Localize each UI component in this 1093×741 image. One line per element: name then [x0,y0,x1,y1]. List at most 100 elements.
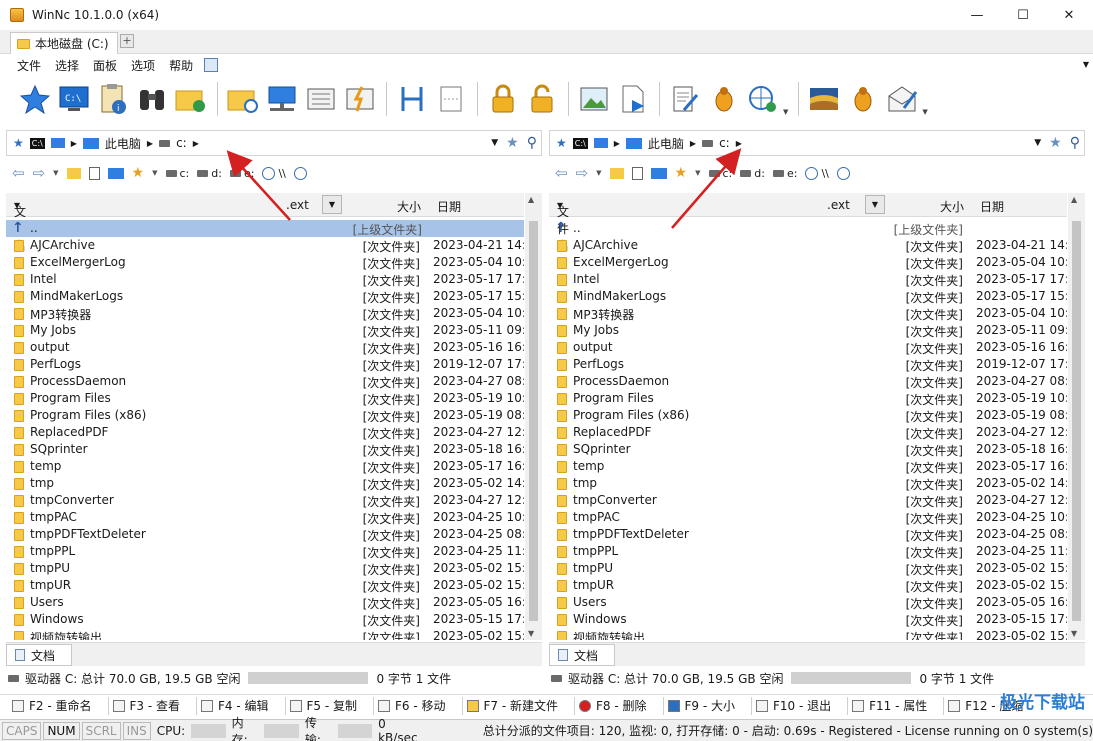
parent-folder-row[interactable]: ↑.. [上级文件夹] [549,220,1067,237]
search-icon[interactable]: ⚲ [1070,135,1080,151]
breadcrumb-drive[interactable]: c: [176,136,187,150]
drive-tab-c[interactable]: 本地磁盘 (C:) [10,32,118,54]
archive-pack-icon[interactable] [302,80,340,118]
favorites-dropdown-icon[interactable]: ▼ [152,169,157,177]
command-prompt-icon[interactable]: C:\ [55,80,93,118]
web-sync-icon[interactable] [744,80,782,118]
file-row[interactable]: tmpPU [次文件夹] 2023-05-02 15:15 [6,560,524,577]
file-row[interactable]: tmpPU [次文件夹] 2023-05-02 15:15 [549,560,1067,577]
path-history-dropdown-icon[interactable]: ▼ [491,138,498,148]
network-folder-icon[interactable] [224,80,262,118]
drive-button-e[interactable]: e: [772,167,797,180]
file-row[interactable]: output [次文件夹] 2023-05-16 16:27 [549,339,1067,356]
f7-new-file-button[interactable]: F7 - 新建文件 [463,696,575,715]
help-about-icon[interactable] [204,58,219,72]
path-history-dropdown-icon[interactable]: ▼ [1034,138,1041,148]
file-row[interactable]: Program Files (x86) [次文件夹] 2023-05-19 08:5… [6,407,524,424]
column-size[interactable]: 大小 [940,198,964,215]
file-row[interactable]: Intel [次文件夹] 2023-05-17 17:48 [549,271,1067,288]
file-row[interactable]: PerfLogs [次文件夹] 2019-12-07 17:14 [6,356,524,373]
bookmark-star-icon[interactable]: ★ [506,135,519,151]
menubar-overflow-icon[interactable]: ▼ [1083,60,1089,69]
f4-edit-button[interactable]: F4 - 编辑 [197,696,286,715]
file-row[interactable]: Program Files [次文件夹] 2023-05-19 10:53 [6,390,524,407]
breadcrumb-separator-icon[interactable]: ▶ [147,139,153,148]
file-row[interactable]: My Jobs [次文件夹] 2023-05-11 09:30 [549,322,1067,339]
file-row[interactable]: MP3转换器 [次文件夹] 2023-05-04 10:26 [549,305,1067,322]
single-panel-icon[interactable] [432,80,470,118]
parent-folder-row[interactable]: ↑.. [上级文件夹] [6,220,524,237]
breadcrumb-separator-icon[interactable]: ▶ [690,139,696,148]
menu-options[interactable]: 选项 [124,57,162,74]
documents-tab[interactable]: 文档 [6,644,72,666]
documents-tab[interactable]: 文档 [549,644,615,666]
favorites-star-icon[interactable] [16,80,54,118]
breadcrumb-separator-icon[interactable]: ▶ [193,139,199,148]
file-row[interactable]: tmp [次文件夹] 2023-05-02 14:08 [6,475,524,492]
f5-copy-button[interactable]: F5 - 复制 [286,696,374,715]
breadcrumb-computer[interactable]: 此电脑 [105,135,141,152]
desktop-icon[interactable] [107,167,124,179]
file-row[interactable]: 视频旋转输出 [次文件夹] 2023-05-02 15:30 [6,628,524,640]
minimize-button[interactable]: — [954,0,1000,30]
forward-arrow-icon[interactable]: ⇨ [33,164,46,182]
file-row[interactable]: Program Files [次文件夹] 2023-05-19 10:53 [549,390,1067,407]
file-row[interactable]: tmpPPL [次文件夹] 2023-04-25 11:37 [549,543,1067,560]
file-row[interactable]: MindMakerLogs [次文件夹] 2023-05-17 15:42 [549,288,1067,305]
back-arrow-icon[interactable]: ⇦ [555,164,568,182]
email-icon[interactable] [883,80,921,118]
desktop-icon[interactable] [650,167,667,179]
file-list[interactable]: ↑.. [上级文件夹] AJCArchive [次文件夹] 2023-04-21 14:… [6,220,524,640]
file-row[interactable]: Windows [次文件夹] 2023-05-15 17:53 [549,611,1067,628]
file-row[interactable]: ReplacedPDF [次文件夹] 2023-04-27 12:18 [6,424,524,441]
file-row[interactable]: MindMakerLogs [次文件夹] 2023-05-17 15:42 [6,288,524,305]
parent-folder-icon[interactable] [66,167,81,179]
globe-icon[interactable] [836,166,850,180]
file-row[interactable]: My Jobs [次文件夹] 2023-05-11 09:30 [6,322,524,339]
drive-button-d[interactable]: d: [740,167,765,180]
binoculars-search-icon[interactable] [133,80,171,118]
media-player-icon[interactable] [614,80,652,118]
lock-icon[interactable] [484,80,522,118]
file-row[interactable]: AJCArchive [次文件夹] 2023-04-21 14:22 [6,237,524,254]
path-bar[interactable]: ★ C:\ ▶ 此电脑 ▶ c: ▶ ▼ ★ ⚲ [549,130,1085,156]
network-drive-icon[interactable] [263,80,301,118]
scroll-up-icon[interactable]: ▲ [1071,195,1077,204]
file-row[interactable]: ProcessDaemon [次文件夹] 2023-04-27 08:29 [549,373,1067,390]
path-bar[interactable]: ★ C:\ ▶ 此电脑 ▶ c: ▶ ▼ ★ ⚲ [6,130,542,156]
bug-report-icon[interactable] [705,80,743,118]
globe-icon[interactable] [293,166,307,180]
file-row[interactable]: temp [次文件夹] 2023-05-17 16:22 [6,458,524,475]
network-share-button[interactable]: \\ [805,166,829,180]
f6-move-button[interactable]: F6 - 移动 [374,696,463,715]
file-row[interactable]: output [次文件夹] 2023-05-16 16:27 [6,339,524,356]
toolbar-dropdown-icon[interactable]: ▼ [783,108,788,116]
cmd-icon[interactable]: C:\ [572,137,588,149]
history-dropdown-icon[interactable]: ▼ [596,169,601,177]
text-editor-icon[interactable] [666,80,704,118]
favorite-star-icon[interactable]: ★ [13,136,24,150]
favorites-icon[interactable]: ★ [132,165,145,181]
scroll-thumb[interactable] [529,221,538,621]
f8-delete-button[interactable]: F8 - 删除 [575,696,664,715]
file-row[interactable]: SQprinter [次文件夹] 2023-05-18 16:26 [6,441,524,458]
drive-button-c[interactable]: c: [165,167,189,180]
file-row[interactable]: AJCArchive [次文件夹] 2023-04-21 14:22 [549,237,1067,254]
image-viewer-icon[interactable] [575,80,613,118]
scroll-thumb[interactable] [1072,221,1081,621]
file-row[interactable]: 视频旋转输出 [次文件夹] 2023-05-02 15:30 [549,628,1067,640]
file-row[interactable]: MP3转换器 [次文件夹] 2023-05-04 10:26 [6,305,524,322]
file-row[interactable]: ExcelMergerLog [次文件夹] 2023-05-04 10:25 [6,254,524,271]
favorites-dropdown-icon[interactable]: ▼ [695,169,700,177]
parent-folder-icon[interactable] [609,167,624,179]
file-row[interactable]: tmpPDFTextDeleter [次文件夹] 2023-04-25 08:47 [549,526,1067,543]
file-row[interactable]: Program Files (x86) [次文件夹] 2023-05-19 08:5… [549,407,1067,424]
bookmark-star-icon[interactable]: ★ [1049,135,1062,151]
clipboard-info-icon[interactable]: i [94,80,132,118]
drive-button-e[interactable]: e: [229,167,254,180]
unlock-icon[interactable] [523,80,561,118]
search-icon[interactable]: ⚲ [527,135,537,151]
bug-icon[interactable] [844,80,882,118]
file-row[interactable]: Users [次文件夹] 2023-05-05 16:29 [6,594,524,611]
network-share-button[interactable]: \\ [262,166,286,180]
